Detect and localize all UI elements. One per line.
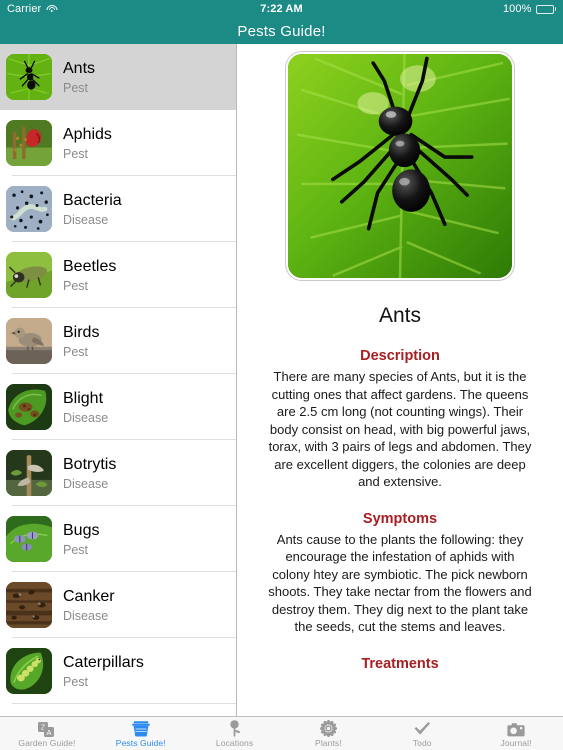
list-item-text: Aphids Pest (63, 125, 112, 162)
crate-box-icon (131, 720, 151, 737)
list-item-text: Blight Disease (63, 389, 108, 426)
bugs-on-leaf-thumb (6, 516, 52, 562)
bacteria-micrograph-thumb (6, 186, 52, 232)
list-item-text: Caterpillars Pest (63, 653, 144, 690)
section-heading: Treatments (361, 655, 439, 672)
list-item-text: Botrytis Disease (63, 455, 116, 492)
list-item-subtitle: Pest (63, 80, 89, 95)
battery-full-icon (535, 4, 556, 14)
battery-percent-label: 100% (502, 3, 532, 15)
tab-label: Plants! (315, 737, 342, 748)
list-item-subtitle: Pest (63, 674, 89, 689)
list-item-subtitle: Disease (63, 608, 109, 623)
caterpillar-on-leaf-thumb (6, 648, 52, 694)
list-item-title: Caterpillars (63, 653, 144, 671)
status-bar-right: 100% (503, 3, 556, 15)
navigation-bar: Pests Guide! (0, 18, 563, 44)
section-heading: Symptoms (362, 510, 438, 527)
tab-label: Garden Guide! (18, 737, 76, 748)
list-item[interactable]: Birds Pest (0, 308, 236, 374)
list-item-subtitle: Disease (63, 212, 109, 227)
tab-plants[interactable]: Plants! (281, 717, 375, 750)
list-item-subtitle: Disease (63, 476, 109, 491)
list-item[interactable]: Bugs Pest (0, 506, 236, 572)
list-item-subtitle: Pest (63, 344, 89, 359)
list-item-text: Bacteria Disease (63, 191, 122, 228)
list-item-subtitle: Pest (63, 278, 89, 293)
list-item[interactable]: Blight Disease (0, 374, 236, 440)
list-item-subtitle: Pest (63, 542, 89, 557)
detail-sections: Description There are many species of Ant… (237, 348, 563, 672)
list-item-title: Beetles (63, 257, 117, 275)
list-item[interactable]: Bacteria Disease (0, 176, 236, 242)
tab-bar[interactable]: ZA Garden Guide! Pests Guide! Locations … (0, 716, 563, 750)
ant-on-green-leaf-photo (286, 52, 514, 280)
list-item-text: Birds Pest (63, 323, 99, 360)
status-bar-clock: 7:22 AM (260, 3, 303, 15)
detail-title: Ants (378, 304, 422, 327)
tab-todo[interactable]: Todo (375, 717, 469, 750)
list-item-title: Blight (63, 389, 104, 407)
canker-bark-thumb (6, 582, 52, 628)
svg-text:A: A (47, 728, 52, 737)
list-item-text: Beetles Pest (63, 257, 116, 294)
list-item-title: Bacteria (63, 191, 122, 209)
section-body: There are many species of Ants, but it i… (268, 369, 532, 489)
list-item-subtitle: Disease (63, 410, 109, 425)
list-item-title: Botrytis (63, 455, 117, 473)
tab-garden-guide[interactable]: ZA Garden Guide! (0, 717, 94, 750)
list-item-text: Canker Disease (63, 587, 115, 624)
tab-pests-guide[interactable]: Pests Guide! (94, 717, 188, 750)
section-heading: Description (360, 348, 440, 364)
section-body: Ants cause to the plants the following: … (268, 531, 532, 635)
tab-label: Journal! (500, 737, 532, 748)
detail-pane: Ants Description There are many species o… (237, 44, 563, 716)
aphids-on-flower-thumb (6, 120, 52, 166)
list-item-title: Bugs (63, 521, 100, 539)
list-item-title: Canker (63, 587, 115, 605)
camera-icon (507, 720, 525, 737)
list-item-text: Ants Pest (63, 59, 95, 96)
translate-icon: ZA (38, 720, 55, 737)
list-item[interactable]: Aphids Pest (0, 110, 236, 176)
list-item[interactable]: Ants Pest (0, 44, 236, 110)
list-item-subtitle: Pest (63, 146, 89, 161)
checkmark-icon (413, 720, 432, 737)
list-item-title: Aphids (63, 125, 112, 143)
map-pin-icon (227, 719, 243, 737)
blighted-leaf-thumb (6, 384, 52, 430)
list-item[interactable]: Botrytis Disease (0, 440, 236, 506)
list-item[interactable]: Caterpillars Pest (0, 638, 236, 704)
tab-label: Pests Guide! (115, 737, 166, 748)
botrytis-stem-thumb (6, 450, 52, 496)
tab-label: Todo (412, 737, 432, 748)
split-view: Ants Pest Aphids Pest Bacteria Disease B… (0, 44, 563, 716)
page-title: Pests Guide! (237, 22, 326, 40)
tab-locations[interactable]: Locations (188, 717, 282, 750)
flower-icon (319, 719, 337, 737)
beetle-on-leaf-thumb (6, 252, 52, 298)
status-bar: Carrier 7:22 AM 100% (0, 0, 563, 18)
tab-journal[interactable]: Journal! (469, 717, 563, 750)
ant-on-leaf-thumb (6, 54, 52, 100)
tab-label: Locations (215, 737, 254, 748)
list-item-text: Bugs Pest (63, 521, 99, 558)
hero-image-wrap (237, 52, 563, 280)
list-item[interactable]: Beetles Pest (0, 242, 236, 308)
list-item-title: Ants (63, 59, 96, 77)
list-item-title: Birds (63, 323, 100, 341)
bird-on-ground-thumb (6, 318, 52, 364)
list-item[interactable]: Canker Disease (0, 572, 236, 638)
app-window: Carrier 7:22 AM 100% Pests Guide! Ants P… (0, 0, 563, 750)
pest-list[interactable]: Ants Pest Aphids Pest Bacteria Disease B… (0, 44, 237, 716)
